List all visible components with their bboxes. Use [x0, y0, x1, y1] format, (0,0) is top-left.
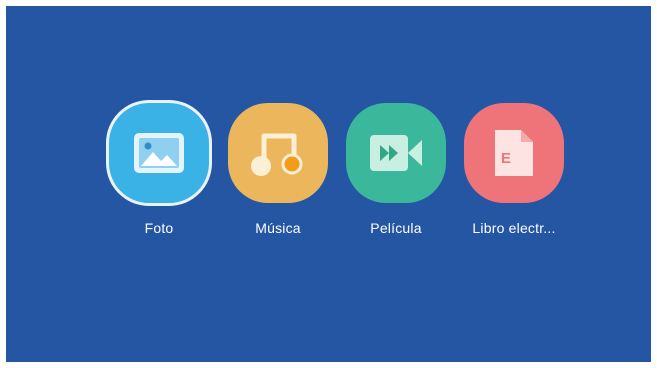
- app-label-ebook: Libro electr...: [472, 220, 556, 236]
- ebook-tile[interactable]: E: [464, 103, 564, 203]
- app-music[interactable]: Música: [218, 103, 338, 243]
- app-ebook[interactable]: E Libro electr...: [454, 103, 574, 243]
- home-screen: Foto Música Película E Libro electr...: [6, 6, 651, 362]
- app-photo[interactable]: Foto: [99, 103, 219, 243]
- svg-text:E: E: [501, 150, 511, 167]
- music-tile[interactable]: [228, 103, 328, 203]
- app-label-music: Música: [255, 220, 301, 236]
- video-icon: [370, 135, 422, 171]
- app-label-video: Película: [370, 220, 422, 236]
- music-icon: [251, 133, 303, 176]
- app-video[interactable]: Película: [336, 103, 456, 243]
- photo-icon: [134, 133, 184, 173]
- photo-tile[interactable]: [109, 103, 209, 203]
- video-tile[interactable]: [346, 103, 446, 203]
- ebook-icon: E: [495, 130, 533, 176]
- app-label-photo: Foto: [144, 220, 174, 236]
